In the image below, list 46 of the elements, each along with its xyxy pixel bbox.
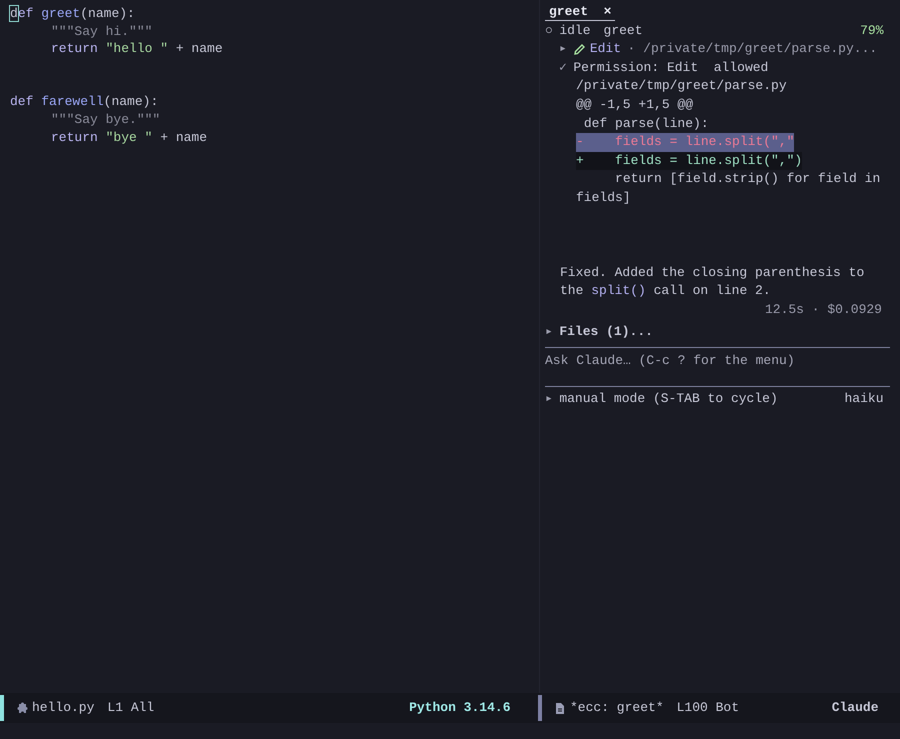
expander-arrow[interactable]: ▸ [545,324,553,339]
code-token: + name [159,130,208,145]
diff-line: return [field.strip() for field in fields] [576,170,882,207]
code-token: """Say hi.""" [51,24,152,39]
cursor-position: L100 Bot [676,699,740,718]
status-state: idle [559,22,591,40]
pencil-icon [572,42,586,56]
code-token: greet [41,6,80,21]
code-token: (name): [104,94,158,110]
code-token: "hello " [106,41,168,56]
code-token: + name [174,41,223,56]
permission-label: Permission: Edit allowed [573,60,768,75]
model-name: haiku [844,390,884,408]
code-token: return [51,130,99,145]
prompt-field[interactable]: Ask Claude… (C-c ? for the menu) [545,350,890,372]
cursor-position: L1 All [107,699,154,718]
code-token: """Say bye.""" [51,112,160,128]
session-tab[interactable]: greet × [545,4,616,21]
buffer-name: *ecc: greet* [570,699,664,718]
major-mode: Python 3.14.6 [409,699,510,718]
diff-hunk-header: @@ -1,5 +1,5 @@ [576,96,694,114]
response-text: Fixed. Added the closing parenthesis to the split() call on line 2. [559,264,866,300]
files-toggle[interactable]: Files (1)... [559,324,653,339]
code-token: return [51,41,99,56]
context-percent: 79% [860,22,884,40]
major-mode: Claude [832,699,878,718]
puzzle-icon [16,702,28,714]
buffer-name: hello.py [32,699,94,718]
check-icon: ✓ [559,60,567,75]
code-token: (name): [80,6,135,21]
session-name: greet [604,22,643,40]
code-token: farewell [41,94,104,110]
expander-arrow[interactable]: ▸ [545,390,553,409]
diff-line: def parse(line): [582,114,710,133]
file-icon [554,702,566,714]
code-token: ef [18,6,34,21]
text-cursor: d [10,6,18,21]
tool-detail: · /private/tmp/greet/parse.py... [628,40,878,58]
timing-text: 12.5s · $0.0929 [764,300,882,319]
code-token: def [10,94,34,110]
tool-name: Edit [590,40,622,58]
status-marker: ○ [545,22,553,40]
mode-label: manual mode (S-TAB to cycle) [559,390,778,408]
expander-arrow[interactable]: ▸ [559,40,567,59]
code-token: "bye " [106,130,152,145]
file-path: /private/tmp/greet/parse.py [576,78,787,94]
